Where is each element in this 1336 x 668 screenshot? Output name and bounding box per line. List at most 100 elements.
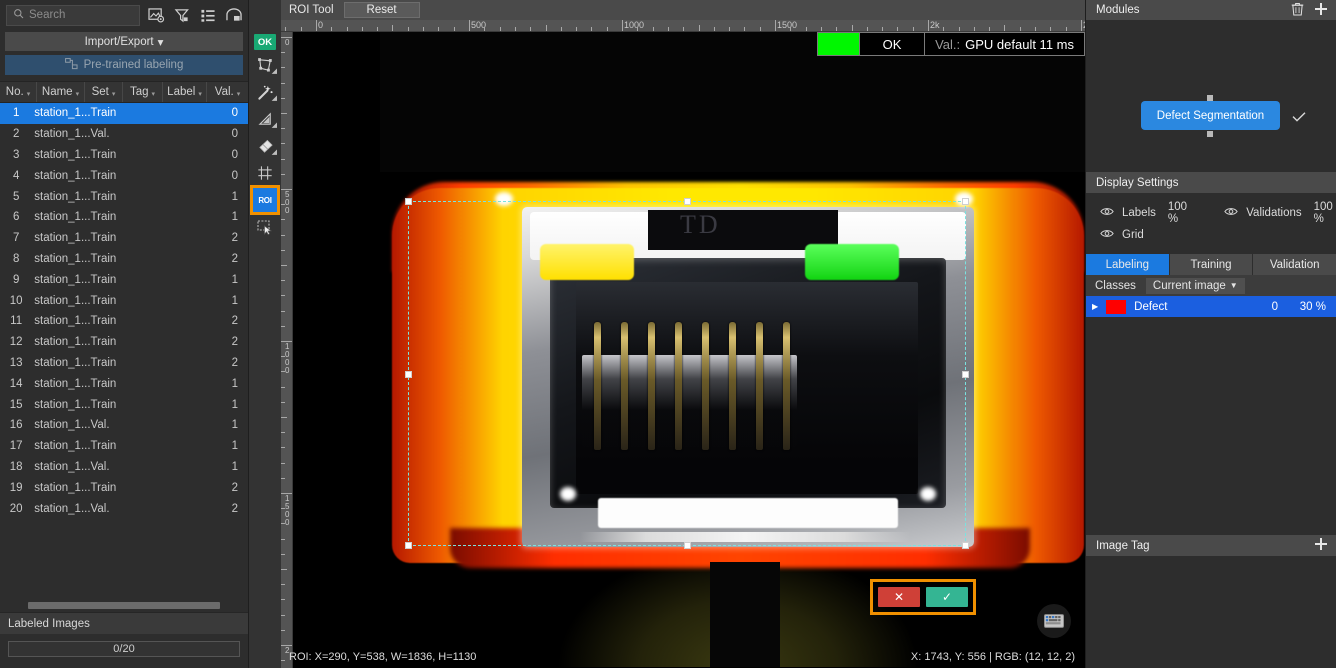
table-row[interactable]: 5 station_1... Train 1 — [0, 186, 248, 207]
keyboard-icon[interactable] — [1037, 604, 1071, 638]
ruler-h-minor-tick — [989, 27, 990, 31]
labels-percent[interactable]: 100 % — [1168, 201, 1190, 225]
classes-scope-dropdown[interactable]: Current image ▼ — [1145, 277, 1245, 294]
image-workspace: ROI Tool Reset 0500100015002k25C 0500100… — [281, 0, 1085, 668]
tool-dropdown-arrow: ◢ — [271, 68, 277, 75]
cell-set: Val. — [90, 460, 110, 473]
module-port-bottom[interactable] — [1207, 131, 1213, 137]
module-node-defect-segmentation[interactable]: Defect Segmentation — [1141, 101, 1280, 130]
cell-tag — [131, 249, 166, 270]
table-row[interactable]: 20 station_1... Val. 2 — [0, 498, 248, 519]
roi-tool[interactable]: ROI — [250, 185, 280, 215]
ok-tool[interactable]: OK — [254, 34, 276, 50]
class-percent[interactable]: 30 % — [1286, 301, 1326, 313]
table-row[interactable]: 16 station_1... Val. 1 — [0, 415, 248, 436]
magic-wand-tool[interactable]: ◢ — [252, 80, 278, 104]
table-row[interactable]: 14 station_1... Train 1 — [0, 373, 248, 394]
column-label-name: Name — [41, 86, 73, 98]
column-header-tag[interactable]: Tag ▾ — [123, 82, 163, 102]
ruler-v-major-tick — [281, 341, 292, 342]
classes-list[interactable]: ▶ Defect 0 30 % — [1086, 296, 1336, 317]
scroll-track[interactable] — [4, 602, 244, 609]
table-row[interactable]: 12 station_1... Train 2 — [0, 332, 248, 353]
filter-icon[interactable] — [172, 5, 192, 25]
scroll-thumb[interactable] — [28, 602, 220, 609]
toggle-validations[interactable]: Validations — [1224, 207, 1302, 219]
table-row[interactable]: 1 station_1... Train 0 — [0, 103, 248, 124]
roi-cancel-button[interactable]: ✕ — [878, 587, 920, 607]
import-export-button[interactable]: Import/Export ▾ — [5, 32, 243, 51]
toggle-labels[interactable]: Labels — [1100, 207, 1156, 219]
cell-no: 8 — [12, 252, 20, 265]
trash-icon[interactable] — [1291, 2, 1304, 19]
cell-set: Train — [90, 107, 117, 120]
table-row[interactable]: 15 station_1... Train 1 — [0, 394, 248, 415]
table-row[interactable]: 8 station_1... Train 2 — [0, 249, 248, 270]
plus-icon[interactable] — [1314, 2, 1328, 19]
table-row[interactable]: 17 station_1... Train 1 — [0, 436, 248, 457]
cell-set: Train — [90, 273, 117, 286]
table-row[interactable]: 10 station_1... Train 1 — [0, 290, 248, 311]
image-tag-body[interactable] — [1086, 556, 1336, 668]
table-row[interactable]: 2 station_1... Val. 0 — [0, 124, 248, 145]
polygon-tool[interactable]: ◢ — [252, 53, 278, 77]
connector-pins — [594, 322, 794, 462]
reset-button[interactable]: Reset — [343, 2, 420, 18]
expand-arrow-icon[interactable]: ▶ — [1092, 302, 1098, 311]
table-row[interactable]: 11 station_1... Train 2 — [0, 311, 248, 332]
cell-tag — [131, 207, 166, 228]
table-row[interactable]: 9 station_1... Train 1 — [0, 269, 248, 290]
plus-icon[interactable] — [1314, 537, 1328, 554]
class-row[interactable]: ▶ Defect 0 30 % — [1086, 296, 1336, 317]
gradient-tool[interactable]: ◢ — [252, 107, 278, 131]
tab-labeling[interactable]: Labeling — [1086, 254, 1170, 275]
cell-val: 2 — [231, 252, 239, 265]
cell-name: station_1... — [34, 190, 91, 203]
table-row[interactable]: 19 station_1... Train 2 — [0, 477, 248, 498]
search-input[interactable]: Search — [6, 4, 140, 26]
column-header-val[interactable]: Val. ▾ — [207, 82, 248, 102]
layout-icon[interactable] — [224, 5, 244, 25]
column-header-name[interactable]: Name ▾ — [37, 82, 85, 102]
list-view-icon[interactable] — [198, 5, 218, 25]
validations-percent[interactable]: 100 % — [1314, 201, 1336, 225]
table-row[interactable]: 7 station_1... Train 2 — [0, 228, 248, 249]
dataset-hscrollbar[interactable] — [0, 599, 248, 612]
cell-tag — [131, 415, 166, 436]
table-row[interactable]: 3 station_1... Train 0 — [0, 145, 248, 166]
cell-val: 2 — [231, 481, 239, 494]
roi-accept-button[interactable]: ✓ — [926, 587, 968, 607]
table-row[interactable]: 18 station_1... Val. 1 — [0, 457, 248, 478]
eraser-tool[interactable]: ◢ — [252, 134, 278, 158]
modules-title: Modules — [1096, 4, 1140, 16]
ruler-v-minor-tick — [281, 265, 287, 266]
cell-label — [166, 290, 204, 311]
column-header-no[interactable]: No. ▾ — [0, 82, 37, 102]
cell-val: 2 — [231, 336, 239, 349]
modules-canvas[interactable]: Defect Segmentation — [1086, 20, 1336, 172]
pretrained-labeling-button[interactable]: Pre-trained labeling — [5, 55, 243, 75]
ruler-v-minor-tick — [281, 83, 285, 84]
tab-training[interactable]: Training — [1169, 254, 1254, 275]
class-color-swatch[interactable] — [1106, 299, 1127, 314]
tab-validation[interactable]: Validation — [1253, 254, 1336, 275]
move-tool[interactable] — [252, 215, 278, 239]
cell-label — [166, 477, 204, 498]
image-viewport[interactable]: TD OK Val.: GPU default 11 ms ✕ ✓ — [293, 32, 1085, 668]
table-row[interactable]: 4 station_1... Train 0 — [0, 165, 248, 186]
dataset-table-body[interactable]: 1 station_1... Train 0 2 station_1... Val. 0 3st… — [0, 103, 248, 599]
column-header-set[interactable]: Set ▾ — [85, 82, 123, 102]
image-settings-icon[interactable] — [146, 5, 166, 25]
table-row[interactable]: 6 station_1... Train 1 — [0, 207, 248, 228]
table-row[interactable]: 13 station_1... Train 2 — [0, 353, 248, 374]
ruler-h-minor-tick — [913, 27, 914, 31]
cell-no: 2 — [12, 128, 20, 141]
column-header-label[interactable]: Label ▾ — [163, 82, 207, 102]
ruler-v-minor-tick — [281, 523, 285, 524]
check-icon[interactable] — [1292, 109, 1306, 125]
chevron-down-icon: ▼ — [1229, 281, 1238, 290]
grid-tool[interactable] — [252, 161, 278, 185]
cell-tag — [131, 269, 166, 290]
cell-val: 1 — [231, 294, 239, 307]
toggle-grid[interactable]: Grid — [1100, 229, 1144, 241]
